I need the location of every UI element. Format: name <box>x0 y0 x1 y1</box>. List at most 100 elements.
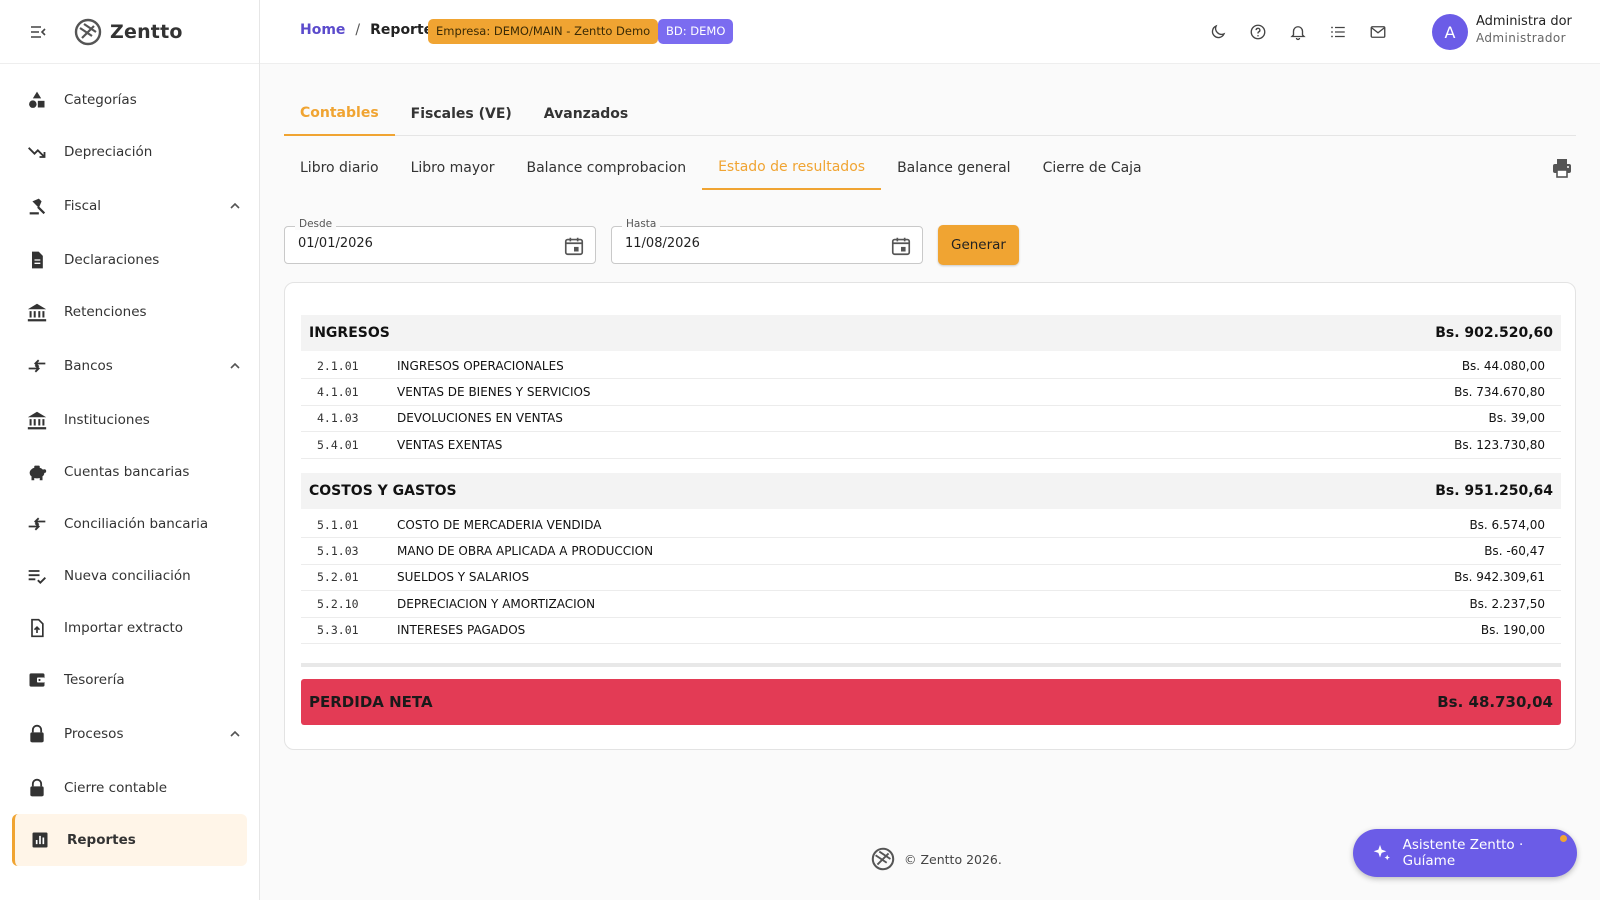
breadcrumb-separator: / <box>355 22 361 38</box>
hasta-input[interactable] <box>625 236 865 251</box>
calendar-icon[interactable] <box>563 235 585 257</box>
account-name: VENTAS EXENTAS <box>397 437 503 452</box>
sidebar-item-label: Retenciones <box>64 304 147 320</box>
account-code: 5.1.01 <box>317 517 359 532</box>
chevron-up-icon[interactable] <box>229 360 241 372</box>
account-code: 2.1.01 <box>317 358 359 373</box>
tab-avanzados[interactable]: Avanzados <box>528 92 644 136</box>
report-category-tabs: Contables Fiscales (VE) Avanzados <box>284 92 1576 136</box>
tab-cierre-caja[interactable]: Cierre de Caja <box>1027 146 1158 190</box>
tab-balance-general[interactable]: Balance general <box>881 146 1027 190</box>
wallet-icon <box>26 669 48 691</box>
lock-icon <box>26 777 48 799</box>
sidebar-item-tesoreria[interactable]: Tesorería <box>0 654 259 706</box>
sidebar-item-importar-extracto[interactable]: Importar extracto <box>0 602 259 654</box>
account-code: 5.2.01 <box>317 570 359 585</box>
sidebar-item-nueva-conciliacion[interactable]: Nueva conciliación <box>0 550 259 602</box>
sidebar-item-conciliacion-bancaria[interactable]: Conciliación bancaria <box>0 498 259 550</box>
table-row: 5.4.01 VENTAS EXENTAS Bs. 123.730,80 <box>301 432 1561 459</box>
table-row: 4.1.01 VENTAS DE BIENES Y SERVICIOS Bs. 73… <box>301 379 1561 406</box>
list-icon[interactable] <box>1328 22 1348 42</box>
tab-contables[interactable]: Contables <box>284 92 395 136</box>
menu-collapse-icon[interactable] <box>28 22 48 42</box>
company-badge: Empresa: DEMO/MAIN - Zentto Demo <box>428 19 659 44</box>
table-row: 5.2.01 SUELDOS Y SALARIOS Bs. 942.309,61 <box>301 565 1561 592</box>
sidebar-item-reportes[interactable]: Reportes <box>12 814 247 866</box>
bank-icon <box>26 301 48 323</box>
user-info[interactable]: Administra dor Administrador <box>1476 14 1572 45</box>
sidebar-item-instituciones[interactable]: Instituciones <box>0 394 259 446</box>
zentto-logo-icon <box>871 847 895 871</box>
sidebar-item-categorias[interactable]: Categorías <box>0 74 259 126</box>
tab-libro-diario[interactable]: Libro diario <box>284 146 395 190</box>
net-result-bar: PERDIDA NETA Bs. 48.730,04 <box>301 679 1561 725</box>
sidebar-item-cuentas-bancarias[interactable]: Cuentas bancarias <box>0 446 259 498</box>
breadcrumb-home-link[interactable]: Home <box>300 22 345 38</box>
costos-total: Bs. 951.250,64 <box>1435 483 1553 499</box>
sidebar-item-label: Importar extracto <box>64 620 184 636</box>
table-row: 5.3.01 INTERESES PAGADOS Bs. 190,00 <box>301 618 1561 644</box>
assistant-button[interactable]: Asistente Zentto · Guíame <box>1353 829 1577 877</box>
compare-arrows-icon <box>26 355 48 377</box>
sidebar-item-fiscal[interactable]: Fiscal <box>0 178 259 234</box>
main-content: Contables Fiscales (VE) Avanzados Libro … <box>260 64 1600 900</box>
account-code: 5.3.01 <box>317 623 359 638</box>
sidebar-item-cierre-contable[interactable]: Cierre contable <box>0 762 259 814</box>
zentto-logo-icon <box>74 18 102 45</box>
ingresos-total: Bs. 902.520,60 <box>1435 325 1553 341</box>
report-type-tabs: Libro diario Libro mayor Balance comprob… <box>284 146 1158 190</box>
avatar[interactable]: A <box>1432 14 1468 50</box>
account-amount: Bs. 44.080,00 <box>1461 358 1545 373</box>
sidebar-item-retenciones[interactable]: Retenciones <box>0 286 259 338</box>
costos-title: COSTOS Y GASTOS <box>309 483 457 499</box>
costos-header: COSTOS Y GASTOS Bs. 951.250,64 <box>301 473 1561 509</box>
account-code: 4.1.03 <box>317 411 359 426</box>
account-code: 5.2.10 <box>317 596 359 611</box>
mail-icon[interactable] <box>1368 22 1388 42</box>
generate-button[interactable]: Generar <box>938 225 1019 265</box>
desde-input[interactable] <box>298 236 538 251</box>
sidebar-item-label: Cuentas bancarias <box>64 464 190 480</box>
footer: © Zentto 2026. <box>870 846 1002 872</box>
chevron-up-icon[interactable] <box>229 200 241 212</box>
print-icon[interactable] <box>1550 156 1574 180</box>
sidebar-item-label: Categorías <box>64 92 137 108</box>
account-name: COSTO DE MERCADERIA VENDIDA <box>397 517 602 532</box>
tab-estado-resultados[interactable]: Estado de resultados <box>702 146 882 190</box>
tab-balance-comprobacion[interactable]: Balance comprobacion <box>510 146 702 190</box>
checklist-icon <box>26 565 48 587</box>
account-name: DEVOLUCIONES EN VENTAS <box>397 411 563 426</box>
tab-libro-mayor[interactable]: Libro mayor <box>395 146 511 190</box>
sidebar-item-label: Procesos <box>64 726 124 742</box>
shapes-icon <box>26 89 48 111</box>
sidebar-item-procesos[interactable]: Procesos <box>0 706 259 762</box>
sidebar-item-label: Depreciación <box>64 144 153 160</box>
calendar-icon[interactable] <box>890 235 912 257</box>
moon-icon[interactable] <box>1208 22 1228 42</box>
chevron-up-icon[interactable] <box>229 728 241 740</box>
section-divider <box>301 663 1561 667</box>
bell-icon[interactable] <box>1288 22 1308 42</box>
database-badge: BD: DEMO <box>658 19 734 44</box>
account-amount: Bs. 734.670,80 <box>1454 385 1545 400</box>
sidebar-item-label: Instituciones <box>64 412 150 428</box>
tab-fiscales[interactable]: Fiscales (VE) <box>395 92 528 136</box>
table-row: 2.1.01 INGRESOS OPERACIONALES Bs. 44.080,0… <box>301 353 1561 380</box>
sidebar-item-bancos[interactable]: Bancos <box>0 338 259 394</box>
table-row: 4.1.03 DEVOLUCIONES EN VENTAS Bs. 39,00 <box>301 406 1561 433</box>
hasta-label: Hasta <box>622 218 661 230</box>
help-icon[interactable] <box>1248 22 1268 42</box>
top-header: Home / Reportes Empresa: DEMO/MAIN - Zen… <box>260 0 1600 64</box>
gavel-icon <box>26 195 48 217</box>
sidebar-item-label: Nueva conciliación <box>64 568 191 584</box>
table-row: 5.2.10 DEPRECIACION Y AMORTIZACION Bs. 2.2… <box>301 591 1561 618</box>
user-name: Administra dor <box>1476 14 1572 29</box>
account-name: MANO DE OBRA APLICADA A PRODUCCION <box>397 544 654 559</box>
sparkle-icon <box>1373 844 1390 861</box>
trending-down-icon <box>26 141 48 163</box>
sidebar-item-declaraciones[interactable]: Declaraciones <box>0 234 259 286</box>
sidebar-item-depreciacion[interactable]: Depreciación <box>0 126 259 178</box>
sidebar: Zentto Categorías Depreciación Fiscal Decla… <box>0 0 260 900</box>
account-amount: Bs. 123.730,80 <box>1454 437 1545 452</box>
income-statement-card: INGRESOS Bs. 902.520,60 2.1.01 INGRESOS O… <box>284 282 1576 750</box>
